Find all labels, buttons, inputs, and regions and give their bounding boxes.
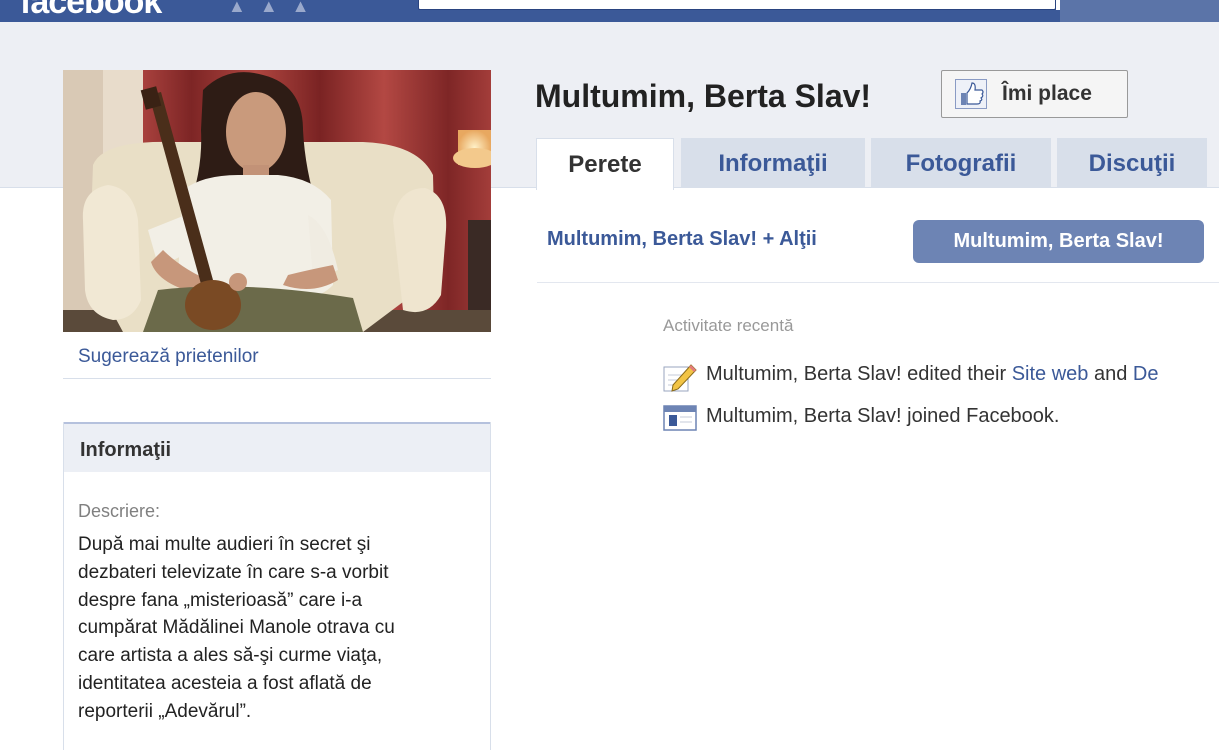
facebook-page-icon [663,405,697,431]
description-line: După mai multe audieri în secret şi [78,534,371,555]
description-line: dezbateri televizate în care s-a vorbit [78,561,389,583]
profile-picture[interactable] [63,70,491,332]
pencil-icon [663,364,697,392]
friends-icon[interactable]: ▲ [228,0,260,16]
suggest-to-friends-link[interactable]: Sugerează prietenilor [78,346,259,368]
activity-prefix: Multumim, Berta Slav! edited their [706,363,1012,385]
activity-text: Multumim, Berta Slav! joined Facebook. [706,405,1060,427]
search-input[interactable] [418,0,1056,10]
activity-middle: and [1088,363,1133,385]
description-text: După mai multe audieri în secret şi dezb… [78,531,478,726]
description-line: cumpărat Mădălinei Manole otrava cu [78,617,395,639]
description-line: despre fana „misterioasă” care i-a [78,589,363,611]
more-link[interactable]: De [1133,363,1159,385]
thumbs-up-icon [955,79,987,109]
site-web-link[interactable]: Site web [1012,363,1089,385]
description-line: care artista a ales să-şi curme viaţa, [78,645,383,667]
facebook-logo[interactable]: facebook [20,0,162,22]
page-title: Multumim, Berta Slav! [535,78,872,114]
recent-activity-title: Activitate recentă [663,316,794,335]
suggest-divider [63,378,491,379]
tab-discutii[interactable]: Discuţii [1057,138,1207,188]
messages-icon[interactable]: ▲ [260,0,292,16]
activity-text: Multumim, Berta Slav! edited their Site … [706,363,1158,386]
top-right-nav [1060,0,1219,22]
tab-perete[interactable]: Perete [536,138,674,190]
filter-page-and-others[interactable]: Multumim, Berta Slav! + Alţii [547,228,817,251]
filter-divider [537,282,1219,283]
description-line: identitatea acesteia a fost aflată de [78,672,372,694]
like-button-label: Îmi place [1002,82,1092,105]
description-line: reporterii „Adevărul”. [78,700,252,722]
top-bar: facebook ▲▲▲ [0,0,1219,22]
top-nav-icons: ▲▲▲ [228,0,323,17]
info-box-title: Informaţii [80,439,172,461]
tab-informatii[interactable]: Informaţii [681,138,865,188]
like-button[interactable]: Îmi place [941,70,1128,118]
profile-photo [63,70,491,332]
description-label: Descriere: [78,501,161,521]
tab-fotografii[interactable]: Fotografii [871,138,1051,188]
notifications-icon[interactable]: ▲ [292,0,324,16]
filter-page-only[interactable]: Multumim, Berta Slav! [913,220,1204,263]
info-box-header: Informaţii [64,422,490,472]
